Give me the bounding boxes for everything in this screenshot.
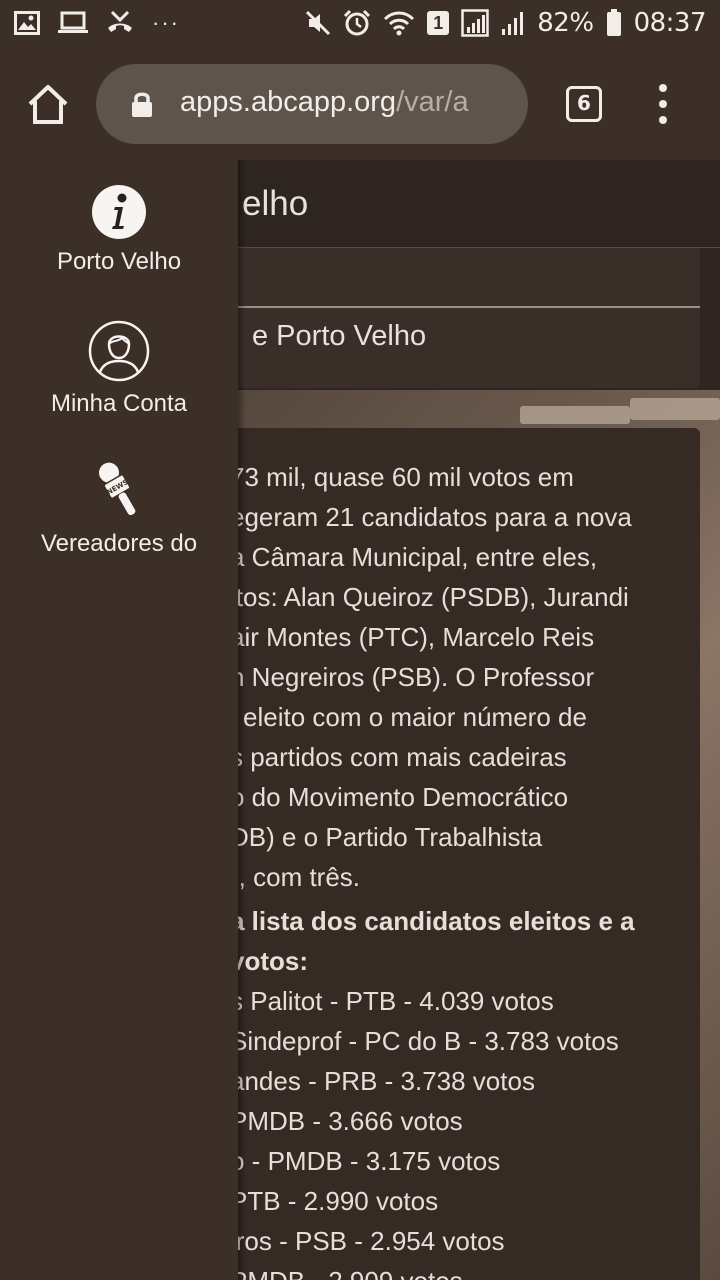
user-account-icon <box>88 320 150 382</box>
address-bar[interactable]: apps.abcapp.org/var/a <box>96 64 528 144</box>
browser-toolbar: apps.abcapp.org/var/a 6 <box>0 50 720 160</box>
candidate-line: Sindeprof - PC do B - 3.783 votos <box>230 1026 619 1056</box>
article-line: n Negreiros (PSB). O Professor <box>230 662 595 692</box>
url-host: apps.abcapp.org <box>180 86 397 118</box>
candidate-line: PMDB - 2.909 votos <box>230 1266 463 1280</box>
info-icon <box>92 185 146 239</box>
card-divider <box>230 306 700 308</box>
candidate-line: iros - PSB - 2.954 votos <box>230 1226 505 1256</box>
mute-icon <box>306 10 331 36</box>
candidate-line: s Palitot - PTB - 4.039 votos <box>230 986 554 1016</box>
candidate-line: PTB - 2.990 votos <box>230 1186 439 1216</box>
drawer-item-label: Vereadores do <box>40 530 198 557</box>
candidate-line: o - PMDB - 3.175 votos <box>230 1146 501 1176</box>
article-line: i eleito com o maior número de <box>230 702 587 732</box>
battery-icon <box>606 9 621 36</box>
article-line: 73 mil, quase 60 mil votos em <box>230 462 574 492</box>
article-line: ), com três. <box>230 862 361 892</box>
home-icon[interactable] <box>26 82 70 126</box>
sim-badge: 1 <box>427 11 450 35</box>
background-decoration <box>520 406 630 424</box>
url-text: apps.abcapp.org/var/a <box>180 86 520 119</box>
drawer-item-porto-velho[interactable]: Porto Velho <box>0 184 238 276</box>
drawer-item-vereadores[interactable]: NEWS Vereadores do <box>0 458 238 558</box>
article-line: o do Movimento Democrático <box>230 782 569 812</box>
gallery-notification-icon <box>14 11 40 35</box>
news-microphone-icon: NEWS <box>99 462 136 516</box>
article-line: air Montes (PTC), Marcelo Reis <box>230 622 595 652</box>
more-notifications-indicator: ··· <box>152 10 180 35</box>
candidate-line: andes - PRB - 3.738 votos <box>230 1066 535 1096</box>
status-bar: ··· 1 82% 08:37 <box>0 0 720 50</box>
article-body: 73 mil, quase 60 mil votos em egeram 21 … <box>230 428 700 1280</box>
article-line: itos: Alan Queiroz (PSDB), Jurandi <box>230 582 629 612</box>
page-title: elho <box>242 184 309 223</box>
drawer-item-label: Minha Conta <box>50 390 188 417</box>
browser-menu-icon[interactable] <box>656 84 670 128</box>
drawer-item-label: Porto Velho <box>56 248 182 275</box>
signal-1-icon <box>461 9 490 37</box>
laptop-notification-icon <box>58 11 88 33</box>
article-line: DB) e o Partido Trabalhista <box>230 822 543 852</box>
candidate-line: PMDB - 3.666 votos <box>230 1106 463 1136</box>
lock-icon <box>132 92 152 117</box>
article-subheading: a lista dos candidatos eleitos e a <box>230 906 635 936</box>
wifi-icon <box>384 11 415 36</box>
article-line: a Câmara Municipal, entre eles, <box>230 542 598 572</box>
clock: 08:37 <box>633 8 707 38</box>
signal-2-icon <box>502 12 524 35</box>
location-card-label: e Porto Velho <box>252 320 427 352</box>
background-decoration <box>630 398 720 420</box>
location-card[interactable]: e Porto Velho <box>230 248 700 388</box>
alarm-icon <box>344 9 371 36</box>
url-path: /var/a <box>396 86 469 118</box>
missed-call-icon <box>108 10 132 32</box>
article-line: egeram 21 candidatos para a nova <box>230 502 632 532</box>
article-line: s partidos com mais cadeiras <box>230 742 567 772</box>
tab-switcher-button[interactable]: 6 <box>566 86 602 122</box>
battery-percent: 82% <box>537 8 594 38</box>
drawer-item-minha-conta[interactable]: Minha Conta <box>0 320 238 418</box>
navigation-drawer: Porto Velho Minha Conta NEWS Vereadores … <box>0 160 246 1280</box>
